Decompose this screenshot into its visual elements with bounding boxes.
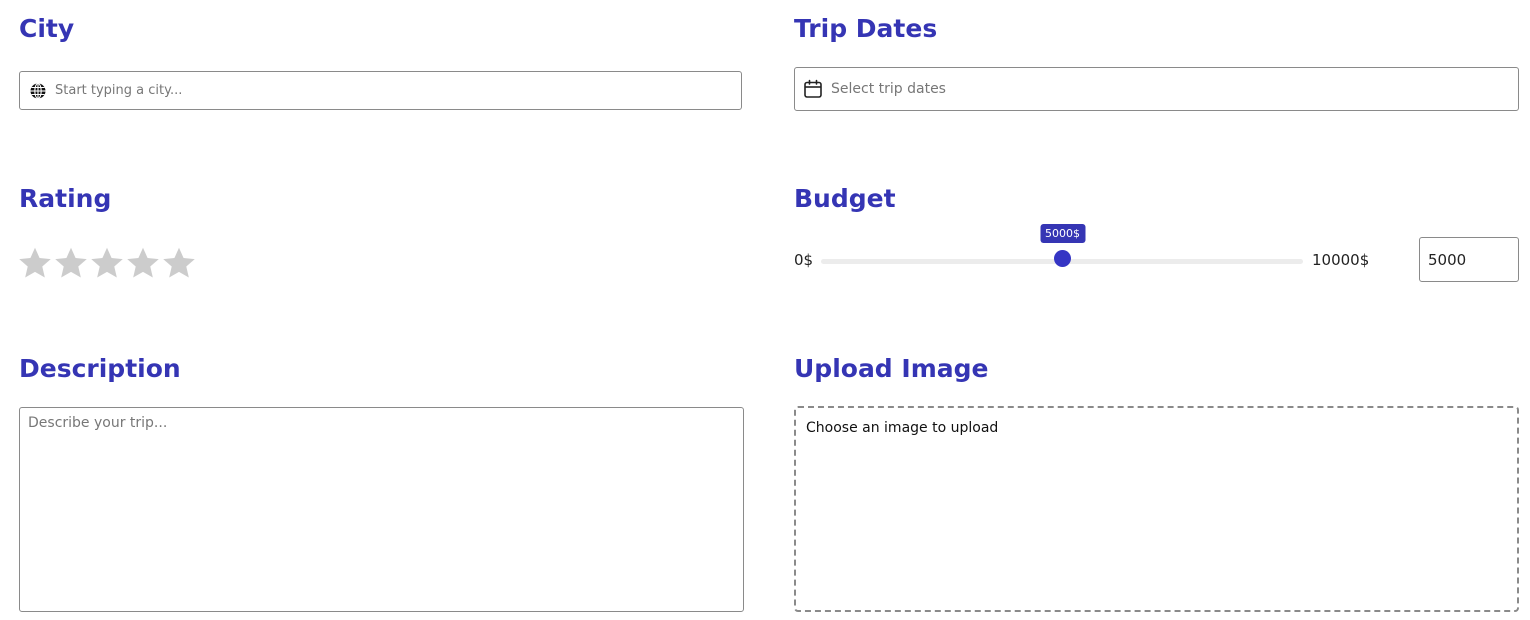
budget-slider-tooltip: 5000$ (1040, 224, 1085, 243)
star-icon[interactable] (53, 245, 89, 281)
description-heading: Description (19, 354, 181, 383)
upload-image-heading: Upload Image (794, 354, 989, 383)
star-icon[interactable] (17, 245, 53, 281)
star-rating (17, 245, 197, 281)
description-textarea[interactable] (19, 407, 744, 612)
budget-number-input[interactable] (1419, 237, 1519, 282)
star-icon[interactable] (161, 245, 197, 281)
rating-heading: Rating (19, 184, 112, 213)
budget-min-label: 0$ (794, 251, 814, 269)
calendar-icon (803, 79, 823, 99)
trip-form: City Trip Dates Rating (0, 0, 1530, 620)
trip-dates-input[interactable] (831, 81, 1518, 97)
star-icon[interactable] (89, 245, 125, 281)
trip-dates-heading: Trip Dates (794, 14, 938, 43)
globe-icon (29, 82, 47, 100)
star-icon[interactable] (125, 245, 161, 281)
city-field[interactable] (19, 71, 742, 110)
city-input[interactable] (55, 83, 741, 98)
image-upload-dropzone[interactable]: Choose an image to upload (794, 406, 1519, 612)
budget-heading: Budget (794, 184, 896, 213)
trip-dates-field[interactable] (794, 67, 1519, 111)
upload-prompt-text: Choose an image to upload (806, 420, 999, 436)
city-heading: City (19, 14, 75, 43)
budget-max-label: 10000$ (1312, 251, 1370, 269)
budget-slider-thumb[interactable] (1054, 250, 1071, 267)
